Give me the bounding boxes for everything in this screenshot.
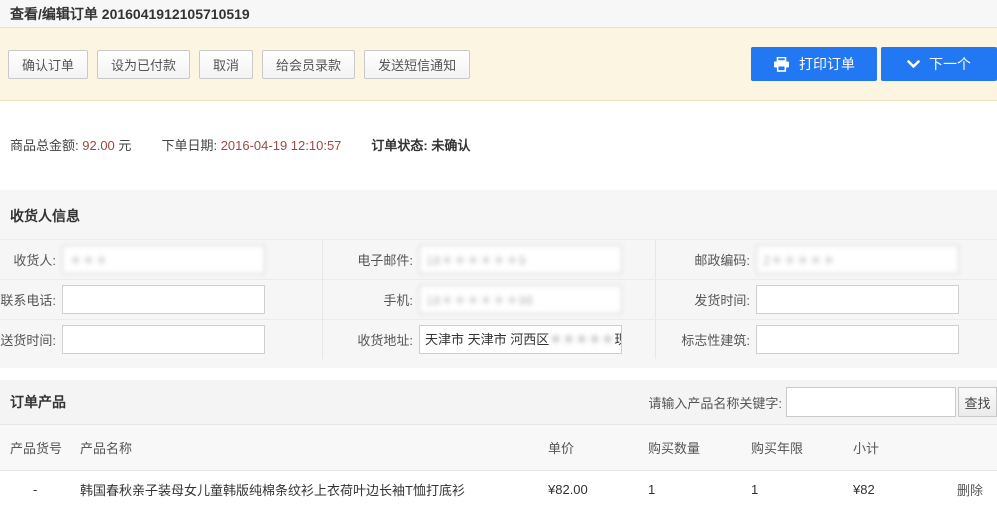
record-member-payment-button[interactable]: 给会员录款 bbox=[262, 50, 355, 79]
toolbar-actions: 确认订单 设为已付款 取消 给会员录款 发送短信通知 bbox=[8, 50, 479, 79]
consignee-name-input[interactable] bbox=[62, 245, 265, 274]
col-years: 购买年限 bbox=[741, 425, 843, 470]
col-unit-price: 单价 bbox=[538, 425, 638, 470]
field-consignee-name: 收货人: bbox=[0, 239, 322, 279]
order-total: 商品总金额: 92.00 元 bbox=[10, 135, 131, 154]
field-landmark: 标志性建筑: bbox=[655, 319, 997, 359]
field-postcode: 邮政编码: bbox=[655, 239, 997, 279]
email-input[interactable] bbox=[419, 245, 622, 274]
address-redacted-segment: ＊＊＊＊＊ bbox=[549, 332, 614, 347]
delivery-time-input[interactable] bbox=[62, 325, 265, 354]
field-ship-time: 发货时间: bbox=[655, 279, 997, 319]
consignee-form: 收货人: 电子邮件: 邮政编码: 联系电话: 手机: 发货时间: 送货时间: bbox=[0, 239, 997, 359]
page-title: 查看/编辑订单 2016041912105710519 bbox=[10, 4, 250, 24]
product-years: 1 bbox=[741, 470, 843, 509]
field-email: 电子邮件: bbox=[322, 239, 655, 279]
order-summary: 商品总金额: 92.00 元 下单日期: 2016-04-19 12:10:57… bbox=[0, 101, 997, 190]
order-date-value: 2016-04-19 12:10:57 bbox=[221, 138, 342, 153]
products-header-band: 订单产品 请输入产品名称关键字: 查找 bbox=[0, 380, 997, 425]
product-search-label: 请输入产品名称关键字: bbox=[648, 393, 782, 412]
title-bar: 查看/编辑订单 2016041912105710519 bbox=[0, 0, 997, 28]
set-paid-button[interactable]: 设为已付款 bbox=[97, 50, 190, 79]
toolbar-right: 打印订单 下一个 bbox=[747, 47, 997, 81]
print-order-label: 打印订单 bbox=[799, 54, 855, 74]
order-date: 下单日期: 2016-04-19 12:10:57 bbox=[161, 135, 341, 154]
field-address: 收货地址: 天津市 天津市 河西区＊＊＊＊＊现 bbox=[322, 319, 655, 359]
products-section-title: 订单产品 bbox=[10, 392, 66, 412]
product-sku: - bbox=[0, 470, 70, 509]
next-order-label: 下一个 bbox=[929, 54, 971, 74]
col-quantity: 购买数量 bbox=[638, 425, 741, 470]
section-gap bbox=[0, 368, 997, 380]
field-mobile: 手机: bbox=[322, 279, 655, 319]
product-row: - 韩国春秋亲子装母女儿童韩版纯棉条纹衫上衣荷叶边长袖T恤打底衫 ¥82.00 … bbox=[0, 470, 997, 509]
toolbar: 确认订单 设为已付款 取消 给会员录款 发送短信通知 打印订单 下一个 bbox=[0, 28, 997, 101]
ship-time-input[interactable] bbox=[756, 285, 959, 314]
products-section: 订单产品 请输入产品名称关键字: 查找 产品货号 产品名称 单价 购买数量 购买… bbox=[0, 380, 997, 509]
order-status: 订单状态: 未确认 bbox=[371, 135, 470, 154]
search-button[interactable]: 查找 bbox=[958, 387, 997, 417]
product-subtotal: ¥82 bbox=[843, 470, 939, 509]
products-table-header-row: 产品货号 产品名称 单价 购买数量 购买年限 小计 bbox=[0, 425, 997, 470]
col-product-name: 产品名称 bbox=[70, 425, 538, 470]
cancel-order-button[interactable]: 取消 bbox=[199, 50, 253, 79]
send-sms-button[interactable]: 发送短信通知 bbox=[364, 50, 470, 79]
consignee-section: 收货人信息 收货人: 电子邮件: 邮政编码: 联系电话: 手机: 发货时间: bbox=[0, 190, 997, 368]
products-table: 产品货号 产品名称 单价 购买数量 购买年限 小计 - 韩国春秋亲子装母女儿童韩… bbox=[0, 425, 997, 509]
col-sku: 产品货号 bbox=[0, 425, 70, 470]
printer-icon bbox=[773, 57, 790, 72]
chevron-down-icon bbox=[907, 60, 920, 69]
print-order-button[interactable]: 打印订单 bbox=[751, 47, 877, 81]
col-actions bbox=[939, 425, 997, 470]
field-phone: 联系电话: bbox=[0, 279, 322, 319]
order-status-value: 未确认 bbox=[431, 138, 470, 153]
product-price: ¥82.00 bbox=[538, 470, 638, 509]
postcode-input[interactable] bbox=[756, 245, 959, 274]
phone-input[interactable] bbox=[62, 285, 265, 314]
address-input[interactable]: 天津市 天津市 河西区＊＊＊＊＊现 bbox=[419, 325, 622, 354]
mobile-input[interactable] bbox=[419, 285, 622, 314]
product-name: 韩国春秋亲子装母女儿童韩版纯棉条纹衫上衣荷叶边长袖T恤打底衫 bbox=[70, 470, 538, 509]
col-subtotal: 小计 bbox=[843, 425, 939, 470]
consignee-section-title: 收货人信息 bbox=[0, 190, 997, 239]
confirm-order-button[interactable]: 确认订单 bbox=[8, 50, 88, 79]
next-order-button[interactable]: 下一个 bbox=[881, 47, 997, 81]
landmark-input[interactable] bbox=[756, 325, 959, 354]
delete-product-link[interactable]: 删除 bbox=[957, 483, 983, 498]
product-quantity: 1 bbox=[638, 470, 741, 509]
product-search: 请输入产品名称关键字: 查找 bbox=[648, 387, 997, 417]
product-search-input[interactable] bbox=[786, 387, 956, 417]
field-delivery-time: 送货时间: bbox=[0, 319, 322, 359]
order-total-value: 92.00 bbox=[82, 138, 115, 153]
